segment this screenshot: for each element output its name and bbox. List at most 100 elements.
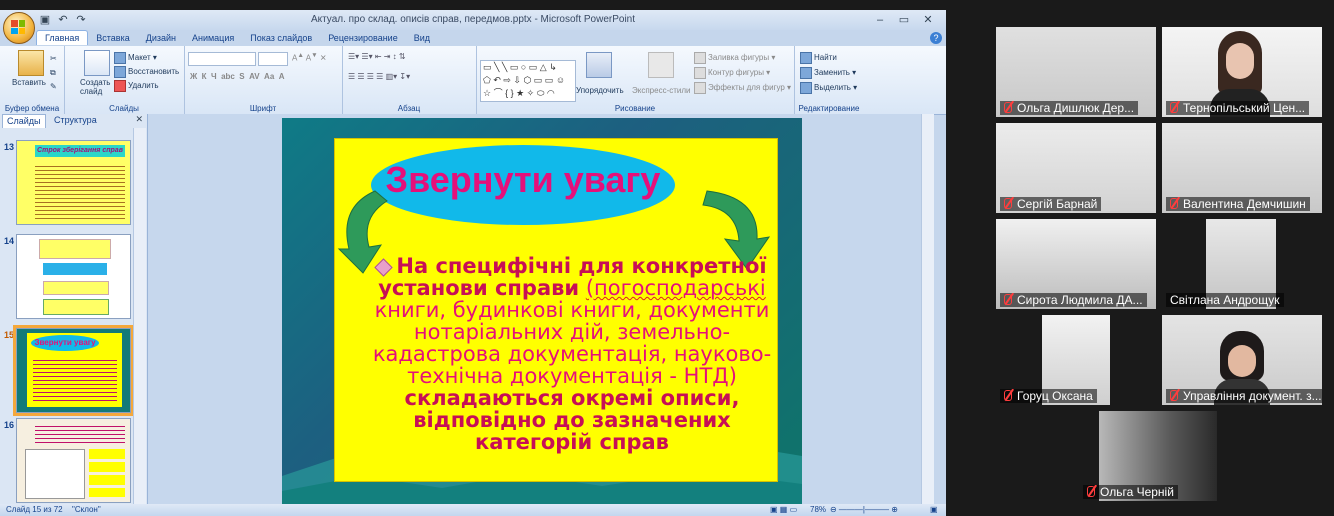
help-icon[interactable]: ? — [930, 32, 942, 44]
new-slide-icon[interactable] — [84, 50, 110, 76]
window-controls: – ▭ ✕ — [868, 13, 940, 26]
font-size-select[interactable] — [258, 52, 288, 66]
thumb-text-lines — [33, 357, 117, 403]
copy-icon[interactable]: ⧉ — [50, 68, 56, 78]
tab-animation[interactable]: Анимация — [184, 31, 242, 45]
shape-outline-button[interactable]: Контур фигуры ▾ — [694, 67, 770, 79]
shapes-gallery[interactable]: ▭ ╲ ╲ ▭ ○ ▭ △ ↳ ⬠ ↶ ⇨ ⇩ ⬡ ▭ ▭ ☺ ☆ ⌒ { } ★ … — [480, 60, 576, 102]
thumb-box — [43, 263, 107, 275]
arrange-button[interactable]: Упорядочить — [576, 86, 624, 95]
outline-icon — [694, 67, 706, 79]
group-slides: Создать слайд Макет ▾ Восстановить Удали… — [64, 46, 185, 114]
muted-mic-icon — [1004, 102, 1012, 113]
group-label-clipboard: Буфер обмена — [4, 104, 60, 113]
font-family-select[interactable] — [188, 52, 256, 66]
office-button[interactable] — [3, 12, 35, 44]
slides-panel: Слайды Структура ✕ 13 Строк зберігання с… — [0, 114, 148, 506]
participant-name: Валентина Демчишин — [1166, 197, 1310, 211]
participant-name: Управління документ. з... — [1166, 389, 1322, 403]
thumb-number: 16 — [4, 420, 15, 430]
shape-fill-button[interactable]: Заливка фигуры ▾ — [694, 52, 775, 64]
replace-button[interactable]: Заменить ▾ — [800, 67, 856, 79]
thumb-text-lines — [35, 163, 125, 219]
view-buttons[interactable]: ▣ ▦ ▭ — [770, 505, 797, 514]
layout-icon — [114, 52, 126, 64]
thumb-number: 14 — [4, 236, 15, 246]
content-box: Звернути увагу На специфічні для конкрет… — [334, 138, 778, 482]
tab-design[interactable]: Дизайн — [138, 31, 184, 45]
tab-view[interactable]: Вид — [406, 31, 438, 45]
group-paragraph: ☰▾ ☰▾ ⇤ ⇥ ↕ ⇅ ☰ ☰ ☰ ☰ ▥▾ ↧▾ Абзац — [342, 46, 477, 114]
thumb-box — [43, 299, 109, 315]
canvas-scrollbar[interactable] — [921, 114, 934, 506]
thumb-yellow-box: Звернути увагу — [27, 333, 122, 407]
slide-line3-bold: складаються окремі описи, відповідно до … — [404, 386, 740, 454]
participant-tile[interactable]: Валентина Демчишин — [1162, 123, 1322, 213]
cut-icon[interactable]: ✂ — [50, 54, 57, 63]
minimize-icon[interactable]: – — [868, 14, 892, 26]
tab-home[interactable]: Главная — [36, 30, 89, 45]
save-icon[interactable]: ▣ — [38, 13, 52, 26]
thumb-box — [39, 239, 111, 259]
tab-review[interactable]: Рецензирование — [320, 31, 406, 45]
paste-icon[interactable] — [18, 50, 44, 76]
participant-name: Ольга Дишлюк Дер... — [1000, 101, 1139, 115]
panel-scrollbar[interactable] — [133, 128, 146, 506]
maximize-icon[interactable]: ▭ — [892, 13, 916, 26]
delete-button[interactable]: Удалить — [114, 80, 159, 92]
quick-styles-button[interactable]: Экспресс-стили — [632, 86, 691, 95]
zoom-level: 78% — [810, 505, 827, 514]
participant-tile[interactable]: Тернопільський Цен... — [1162, 27, 1322, 117]
arrange-icon[interactable] — [586, 52, 612, 78]
title-bar: Актуал. про склад. описів справ, передмо… — [0, 10, 946, 30]
tab-slides[interactable]: Слайды — [2, 114, 46, 128]
fit-to-window-icon[interactable]: ▣ — [930, 505, 938, 514]
zoom-slider[interactable]: ⊖ ———|——— ⊕ — [830, 505, 898, 514]
find-button[interactable]: Найти — [800, 52, 837, 64]
participant-tile[interactable]: Управління документ. з... — [1162, 315, 1322, 405]
undo-icon[interactable]: ↶ — [56, 13, 70, 26]
slide-thumbnail-selected[interactable]: Звернути увагу — [13, 325, 134, 416]
replace-icon — [800, 67, 812, 79]
fill-icon — [694, 52, 706, 64]
reset-button[interactable]: Восстановить — [114, 66, 179, 78]
participant-tile[interactable]: Світлана Андрощук — [1162, 219, 1322, 309]
participant-name: Світлана Андрощук — [1166, 293, 1284, 307]
reset-icon — [114, 66, 126, 78]
participant-tile[interactable]: Ольга Черній — [1079, 411, 1239, 501]
font-grow-icon[interactable]: A▲ A▼ ✕ — [292, 52, 327, 63]
participant-tile[interactable]: Сирота Людмила ДА... — [996, 219, 1156, 309]
align-buttons[interactable]: ☰ ☰ ☰ ☰ ▥▾ ↧▾ — [348, 72, 410, 81]
slide-thumbnail[interactable] — [16, 234, 131, 319]
participant-tile[interactable]: Сергій Барнай — [996, 123, 1156, 213]
paste-button[interactable]: Вставить — [12, 78, 46, 87]
group-label-editing: Редактирование — [798, 104, 860, 113]
tab-insert[interactable]: Вставка — [88, 31, 137, 45]
select-button[interactable]: Выделить ▾ — [800, 82, 857, 94]
new-slide-button[interactable]: Создать слайд — [80, 78, 110, 96]
muted-mic-icon — [1170, 102, 1178, 113]
muted-mic-icon — [1004, 198, 1012, 209]
group-label-paragraph: Абзац — [397, 104, 421, 113]
slide-canvas: Звернути увагу На специфічні для конкрет… — [148, 114, 934, 506]
panel-close-icon[interactable]: ✕ — [135, 114, 143, 125]
list-buttons[interactable]: ☰▾ ☰▾ ⇤ ⇥ ↕ ⇅ — [348, 52, 406, 61]
close-icon[interactable]: ✕ — [916, 13, 940, 26]
tab-outline[interactable]: Структура — [50, 114, 101, 127]
slide-thumbnail[interactable]: Строк зберігання справ — [16, 140, 131, 225]
quick-styles-icon[interactable] — [648, 52, 674, 78]
tab-slideshow[interactable]: Показ слайдов — [242, 31, 320, 45]
participant-name: Сирота Людмила ДА... — [1000, 293, 1147, 307]
layout-button[interactable]: Макет ▾ — [114, 52, 157, 64]
group-drawing: ▭ ╲ ╲ ▭ ○ ▭ △ ↳ ⬠ ↶ ⇨ ⇩ ⬡ ▭ ▭ ☺ ☆ ⌒ { } ★ … — [476, 46, 795, 114]
thumb-boxes — [89, 449, 125, 497]
participant-tile[interactable]: Горуц Оксана — [996, 315, 1156, 405]
slide-line1-underlined: (погосподарські — [585, 276, 766, 300]
diamond-bullet-icon — [374, 257, 394, 277]
slide-thumbnail[interactable] — [16, 418, 131, 503]
shape-effects-button[interactable]: Эффекты для фигур ▾ — [694, 82, 791, 94]
participant-tile[interactable]: Ольга Дишлюк Дер... — [996, 27, 1156, 117]
redo-icon[interactable]: ↷ — [74, 13, 88, 26]
format-painter-icon[interactable]: ✎ — [50, 82, 57, 91]
font-style-buttons[interactable]: Ж К Ч abc S AV Aa A — [190, 72, 285, 81]
